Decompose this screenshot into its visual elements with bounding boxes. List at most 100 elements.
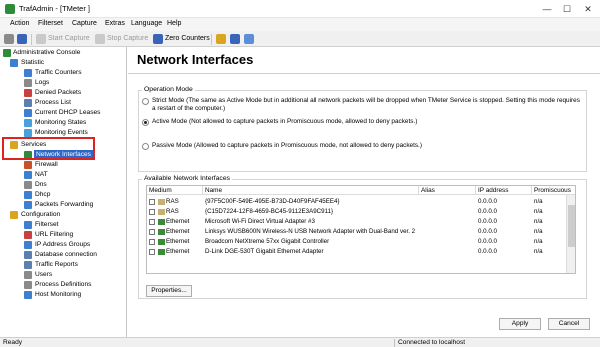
tree-item-statistic[interactable]: Statistic xyxy=(21,58,44,67)
tree-item-dhcp[interactable]: Dhcp xyxy=(35,190,50,199)
row-checkbox[interactable] xyxy=(149,229,155,235)
event-icon xyxy=(24,129,32,137)
tree-item-administrative-console[interactable]: Administrative Console xyxy=(13,48,80,57)
column-medium[interactable]: Medium xyxy=(147,186,203,195)
tree-item-nat[interactable]: NAT xyxy=(35,170,48,179)
strict-mode-radio[interactable] xyxy=(142,98,149,105)
title-bar: TrafAdmin - [TMeter ] — ☐ ✕ xyxy=(0,0,600,18)
options-icon[interactable] xyxy=(216,34,226,44)
status-separator xyxy=(394,339,395,347)
info-icon[interactable] xyxy=(244,34,254,44)
console-icon xyxy=(3,49,11,57)
cancel-button[interactable]: Cancel xyxy=(548,318,590,330)
row-name: Microsoft Wi-Fi Direct Virtual Adapter #… xyxy=(205,218,315,225)
properties-button[interactable]: Properties... xyxy=(146,285,192,297)
monitor-icon xyxy=(24,119,32,127)
scrollbar-thumb[interactable] xyxy=(568,205,575,247)
close-button[interactable]: ✕ xyxy=(581,2,595,16)
row-medium: RAS xyxy=(166,208,179,215)
table-header: Medium Name Alias IP address Promiscuous xyxy=(147,186,575,195)
tree-item-dns[interactable]: Dns xyxy=(35,180,47,189)
table-row[interactable]: Ethernet Linksys WUSB600N Wireless-N USB… xyxy=(147,227,567,237)
menu-filterset[interactable]: Filterset xyxy=(38,20,63,27)
tree-item-denied-packets[interactable]: Denied Packets xyxy=(35,88,81,97)
table-row[interactable]: Ethernet Microsoft Wi-Fi Direct Virtual … xyxy=(147,217,567,227)
menu-language[interactable]: Language xyxy=(131,20,162,27)
maximize-button[interactable]: ☐ xyxy=(560,2,574,16)
row-medium: Ethernet xyxy=(166,218,190,225)
passive-mode-radio[interactable] xyxy=(142,143,149,150)
menu-extras[interactable]: Extras xyxy=(105,20,125,27)
divider xyxy=(128,73,600,74)
row-ip: 0.0.0.0 xyxy=(478,218,497,225)
status-connection: Connected to localhost xyxy=(398,339,466,346)
gear-icon xyxy=(10,211,18,219)
lease-icon xyxy=(24,109,32,117)
tree-item-process-list[interactable]: Process List xyxy=(35,98,71,107)
table-row[interactable]: RAS {C15D7224-12F8-4659-BC45-9112E3A9C91… xyxy=(147,207,567,217)
tree-item-host-monitoring[interactable]: Host Monitoring xyxy=(35,290,81,299)
tree-item-traffic-reports[interactable]: Traffic Reports xyxy=(35,260,78,269)
tree-item-filterset[interactable]: Filterset xyxy=(35,220,58,229)
nat-icon xyxy=(24,171,32,179)
disconnect-icon[interactable] xyxy=(17,34,27,44)
row-medium: Ethernet xyxy=(166,248,190,255)
tree-item-dhcp-leases[interactable]: Current DHCP Leases xyxy=(35,108,100,117)
tree-item-url-filtering[interactable]: URL Filtering xyxy=(35,230,73,239)
tree-item-monitoring-events[interactable]: Monitoring Events xyxy=(35,128,88,137)
menu-capture[interactable]: Capture xyxy=(72,20,97,27)
table-row[interactable]: Ethernet D-Link DGE-530T Gigabit Etherne… xyxy=(147,247,567,257)
tree-item-logs[interactable]: Logs xyxy=(35,78,49,87)
active-mode-label: Active Mode (Not allowed to capture pack… xyxy=(152,118,418,125)
minimize-button[interactable]: — xyxy=(540,2,554,16)
tree-item-monitoring-states[interactable]: Monitoring States xyxy=(35,118,86,127)
tree-item-packets-forwarding[interactable]: Packets Forwarding xyxy=(35,200,93,209)
navigation-tree: Administrative Console Statistic Traffic… xyxy=(0,47,127,337)
column-name[interactable]: Name xyxy=(203,186,419,195)
row-checkbox[interactable] xyxy=(149,219,155,225)
column-promiscuous[interactable]: Promiscuous xyxy=(532,186,575,195)
start-capture-button[interactable]: Start Capture xyxy=(48,35,90,42)
connect-icon[interactable] xyxy=(4,34,14,44)
row-promiscuous: n/a xyxy=(534,228,543,235)
menu-action[interactable]: Action xyxy=(10,20,29,27)
search-icon[interactable] xyxy=(230,34,240,44)
ethernet-icon xyxy=(158,249,165,255)
table-row[interactable]: RAS {97F5C00F-549E-495E-B73D-D40F9FAF45E… xyxy=(147,197,567,207)
stop-icon xyxy=(95,34,105,44)
row-checkbox[interactable] xyxy=(149,199,155,205)
row-checkbox[interactable] xyxy=(149,209,155,215)
ethernet-icon xyxy=(158,239,165,245)
forward-icon xyxy=(24,201,32,209)
window-title: TrafAdmin - [TMeter ] xyxy=(19,4,90,13)
apply-button[interactable]: Apply xyxy=(499,318,541,330)
table-row[interactable]: Ethernet Broadcom NetXtreme 57xx Gigabit… xyxy=(147,237,567,247)
row-promiscuous: n/a xyxy=(534,248,543,255)
column-ip-address[interactable]: IP address xyxy=(476,186,532,195)
row-promiscuous: n/a xyxy=(534,198,543,205)
menu-help[interactable]: Help xyxy=(167,20,181,27)
tree-item-users[interactable]: Users xyxy=(35,270,52,279)
row-name: D-Link DGE-530T Gigabit Ethernet Adapter xyxy=(205,248,324,255)
row-checkbox[interactable] xyxy=(149,249,155,255)
active-mode-radio[interactable] xyxy=(142,119,149,126)
tree-item-ip-address-groups[interactable]: IP Address Groups xyxy=(35,240,90,249)
passive-mode-label: Passive Mode (Allowed to capture packets… xyxy=(152,142,422,149)
tree-item-database-connection[interactable]: Database connection xyxy=(35,250,97,259)
tree-item-traffic-counters[interactable]: Traffic Counters xyxy=(35,68,82,77)
tree-item-firewall[interactable]: Firewall xyxy=(35,160,58,169)
chart-icon xyxy=(10,59,18,67)
table-scrollbar[interactable] xyxy=(566,195,575,273)
zero-counters-icon xyxy=(153,34,163,44)
column-alias[interactable]: Alias xyxy=(419,186,476,195)
play-icon xyxy=(36,34,46,44)
zero-counters-button[interactable]: Zero Counters xyxy=(165,35,210,42)
stop-capture-button[interactable]: Stop Capture xyxy=(107,35,148,42)
ethernet-icon xyxy=(158,229,165,235)
row-checkbox[interactable] xyxy=(149,239,155,245)
tree-item-configuration[interactable]: Configuration xyxy=(21,210,60,219)
menu-bar: Action Filterset Capture Extras Language… xyxy=(0,18,600,31)
page-title: Network Interfaces xyxy=(137,52,254,67)
row-ip: 0.0.0.0 xyxy=(478,198,497,205)
tree-item-process-definitions[interactable]: Process Definitions xyxy=(35,280,91,289)
